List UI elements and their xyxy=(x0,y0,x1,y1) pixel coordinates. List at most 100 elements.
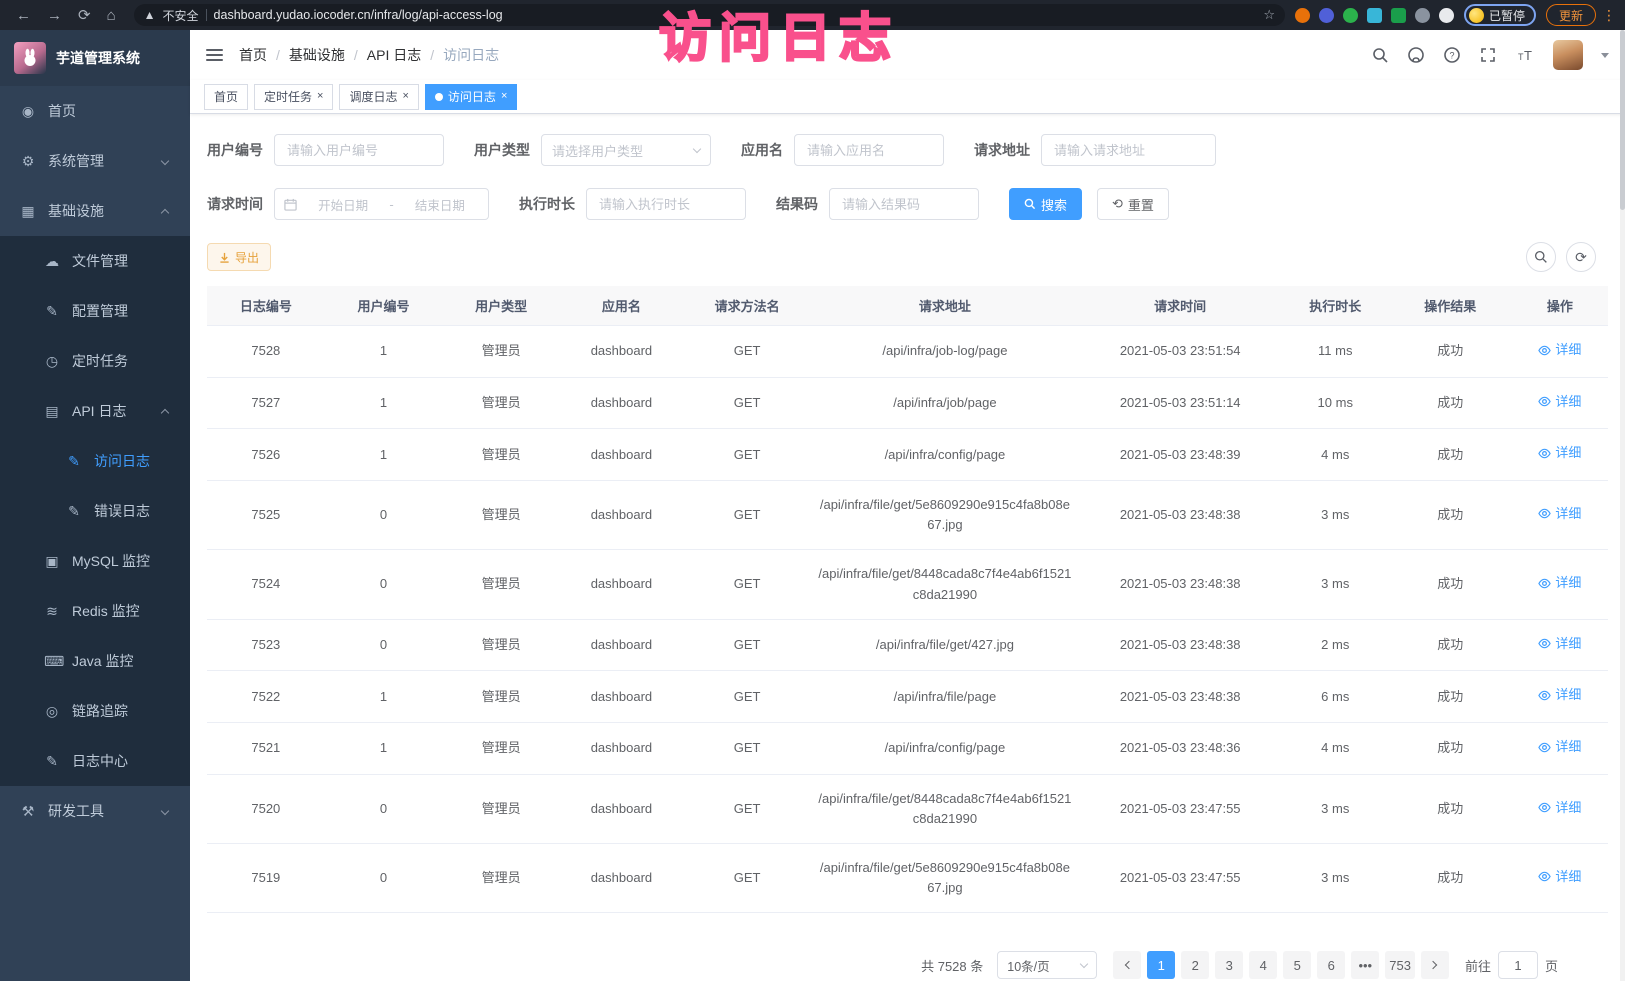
search-button[interactable]: 搜索 xyxy=(1009,188,1082,220)
result-code-input[interactable] xyxy=(829,188,979,220)
sidebar-item-mysql[interactable]: ▣MySQL 监控 xyxy=(0,536,190,586)
table-cell: 管理员 xyxy=(442,429,560,481)
sidebar-item-dev-tools[interactable]: ⚒研发工具 xyxy=(0,786,190,836)
table-cell-actions: 详细 xyxy=(1512,619,1608,671)
page-button-3[interactable]: 3 xyxy=(1215,951,1243,979)
bookmark-star-icon[interactable]: ☆ xyxy=(1263,7,1275,23)
breadcrumb-item[interactable]: 首页 xyxy=(239,45,267,65)
breadcrumb-item[interactable]: 基础设施 xyxy=(289,45,345,65)
tab-调度日志[interactable]: 调度日志× xyxy=(339,84,418,110)
sidebar-item-access-log[interactable]: ✎访问日志 xyxy=(0,436,190,486)
ext-blue-grid-icon[interactable] xyxy=(1367,8,1382,23)
export-button[interactable]: 导出 xyxy=(207,243,271,271)
scrollbar-thumb[interactable] xyxy=(1620,30,1625,210)
user-avatar[interactable] xyxy=(1553,40,1583,70)
tab-定时任务[interactable]: 定时任务× xyxy=(254,84,333,110)
close-icon[interactable]: × xyxy=(317,91,323,102)
ext-green-square-icon[interactable] xyxy=(1391,8,1406,23)
page-button-2[interactable]: 2 xyxy=(1181,951,1209,979)
app-name-input[interactable] xyxy=(794,134,944,166)
address-bar[interactable]: ▲ 不安全 dashboard.yudao.iocoder.cn/infra/l… xyxy=(134,4,1285,26)
prev-page-button[interactable] xyxy=(1113,951,1141,979)
sidebar-item-job[interactable]: ◷定时任务 xyxy=(0,336,190,386)
tab-访问日志[interactable]: 访问日志× xyxy=(425,84,517,110)
security-label[interactable]: 不安全 xyxy=(163,7,199,24)
detail-link[interactable]: 详细 xyxy=(1538,504,1581,524)
sidebar-item-error-log[interactable]: ✎错误日志 xyxy=(0,486,190,536)
detail-link[interactable]: 详细 xyxy=(1538,685,1581,705)
page-button-5[interactable]: 5 xyxy=(1283,951,1311,979)
page-button-4[interactable]: 4 xyxy=(1249,951,1277,979)
app-logo[interactable]: 芋道管理系统 xyxy=(0,30,190,86)
page-button-6[interactable]: 6 xyxy=(1317,951,1345,979)
table-cell: 管理员 xyxy=(442,619,560,671)
ext-white-star-icon[interactable] xyxy=(1439,8,1454,23)
request-time-range-picker[interactable]: 开始日期 - 结束日期 xyxy=(274,188,489,220)
chevron-down-icon xyxy=(161,807,169,815)
url-text[interactable]: dashboard.yudao.iocoder.cn/infra/log/api… xyxy=(214,8,1257,22)
font-size-icon[interactable]: TT xyxy=(1515,46,1535,64)
refresh-table-button[interactable]: ⟳ xyxy=(1566,242,1596,272)
security-warning-icon[interactable]: ▲ xyxy=(144,8,156,22)
user-type-select[interactable]: 请选择用户类型 xyxy=(541,134,711,166)
request-url-input[interactable] xyxy=(1041,134,1216,166)
detail-link[interactable]: 详细 xyxy=(1538,392,1581,412)
sidebar-item-api-log[interactable]: ▤API 日志 xyxy=(0,386,190,436)
browser-update-button[interactable]: 更新 xyxy=(1546,4,1596,26)
ext-gray-leaf-icon[interactable] xyxy=(1415,8,1430,23)
avatar-caret-icon[interactable] xyxy=(1601,53,1609,58)
sidebar-item-file[interactable]: ☁文件管理 xyxy=(0,236,190,286)
clock-icon: ◷ xyxy=(44,353,60,370)
start-date-placeholder[interactable]: 开始日期 xyxy=(304,195,382,214)
home-icon[interactable]: ⌂ xyxy=(107,7,116,24)
detail-link[interactable]: 详细 xyxy=(1538,634,1581,654)
detail-link[interactable]: 详细 xyxy=(1538,737,1581,757)
sidebar-item-infra[interactable]: ▦基础设施 xyxy=(0,186,190,236)
page-button-753[interactable]: 753 xyxy=(1385,951,1415,979)
github-icon[interactable] xyxy=(1407,46,1425,64)
goto-page-input[interactable] xyxy=(1498,951,1538,979)
tab-首页[interactable]: 首页 xyxy=(204,84,248,110)
detail-link[interactable]: 详细 xyxy=(1538,340,1581,360)
breadcrumb-item[interactable]: 访问日志 xyxy=(443,45,499,65)
duration-input[interactable] xyxy=(586,188,746,220)
detail-link[interactable]: 详细 xyxy=(1538,867,1581,887)
back-icon[interactable]: ← xyxy=(16,7,31,24)
chevron-down-icon xyxy=(693,144,701,152)
sidebar-item-config[interactable]: ✎配置管理 xyxy=(0,286,190,336)
sidebar-item-system[interactable]: ⚙系统管理 xyxy=(0,136,190,186)
ext-orange-circle-icon[interactable] xyxy=(1295,8,1310,23)
sidebar-item-log-center[interactable]: ✎日志中心 xyxy=(0,736,190,786)
svg-text:T: T xyxy=(1524,48,1532,63)
sidebar-item-home[interactable]: ◉首页 xyxy=(0,86,190,136)
reload-icon[interactable]: ⟳ xyxy=(78,6,91,24)
ext-green-circle-icon[interactable] xyxy=(1343,8,1358,23)
detail-link[interactable]: 详细 xyxy=(1538,443,1581,463)
next-page-button[interactable] xyxy=(1421,951,1449,979)
detail-link[interactable]: 详细 xyxy=(1538,573,1581,593)
scrollbar[interactable] xyxy=(1620,30,1625,981)
search-icon[interactable] xyxy=(1372,47,1389,64)
forward-icon[interactable]: → xyxy=(47,7,62,24)
more-pages-button[interactable]: ••• xyxy=(1351,951,1379,979)
sidebar-item-label: 首页 xyxy=(48,101,76,121)
page-button-1[interactable]: 1 xyxy=(1147,951,1175,979)
hamburger-icon[interactable] xyxy=(206,49,223,61)
reset-button[interactable]: ⟲ 重置 xyxy=(1097,188,1169,220)
browser-profile-pill[interactable]: 已暂停 xyxy=(1464,4,1536,26)
sidebar-item-java[interactable]: ⌨Java 监控 xyxy=(0,636,190,686)
help-icon[interactable]: ? xyxy=(1443,46,1461,64)
page-size-select[interactable]: 10条/页 xyxy=(997,951,1097,979)
toggle-search-button[interactable] xyxy=(1526,242,1556,272)
browser-menu-icon[interactable]: ⋮ xyxy=(1602,7,1617,24)
end-date-placeholder[interactable]: 结束日期 xyxy=(401,195,479,214)
close-icon[interactable]: × xyxy=(402,91,408,102)
user-id-input[interactable] xyxy=(274,134,444,166)
close-icon[interactable]: × xyxy=(501,91,507,102)
ext-blue-shield-icon[interactable] xyxy=(1319,8,1334,23)
sidebar-item-redis[interactable]: ≋Redis 监控 xyxy=(0,586,190,636)
sidebar-item-trace[interactable]: ◎链路追踪 xyxy=(0,686,190,736)
fullscreen-icon[interactable] xyxy=(1479,46,1497,64)
detail-link[interactable]: 详细 xyxy=(1538,798,1581,818)
breadcrumb-item[interactable]: API 日志 xyxy=(367,45,421,65)
